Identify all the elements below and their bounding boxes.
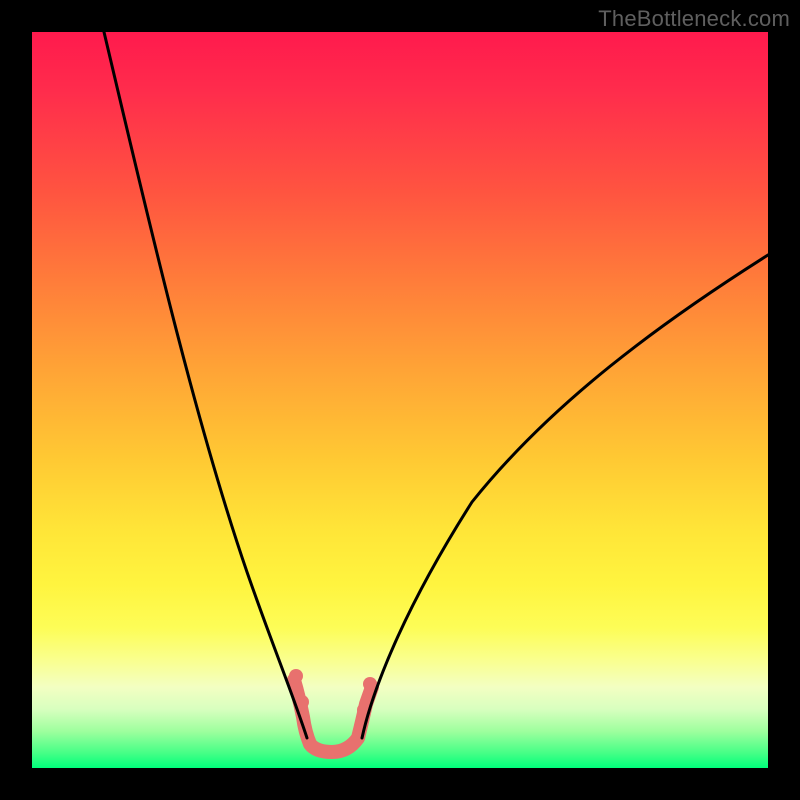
plot-area [32,32,768,768]
right-curve [362,255,768,738]
trough-segment [294,680,372,752]
chart-frame: TheBottleneck.com [0,0,800,800]
watermark-text: TheBottleneck.com [598,6,790,32]
curve-layer [32,32,768,768]
trough-bead [289,669,303,683]
left-curve [104,32,307,738]
